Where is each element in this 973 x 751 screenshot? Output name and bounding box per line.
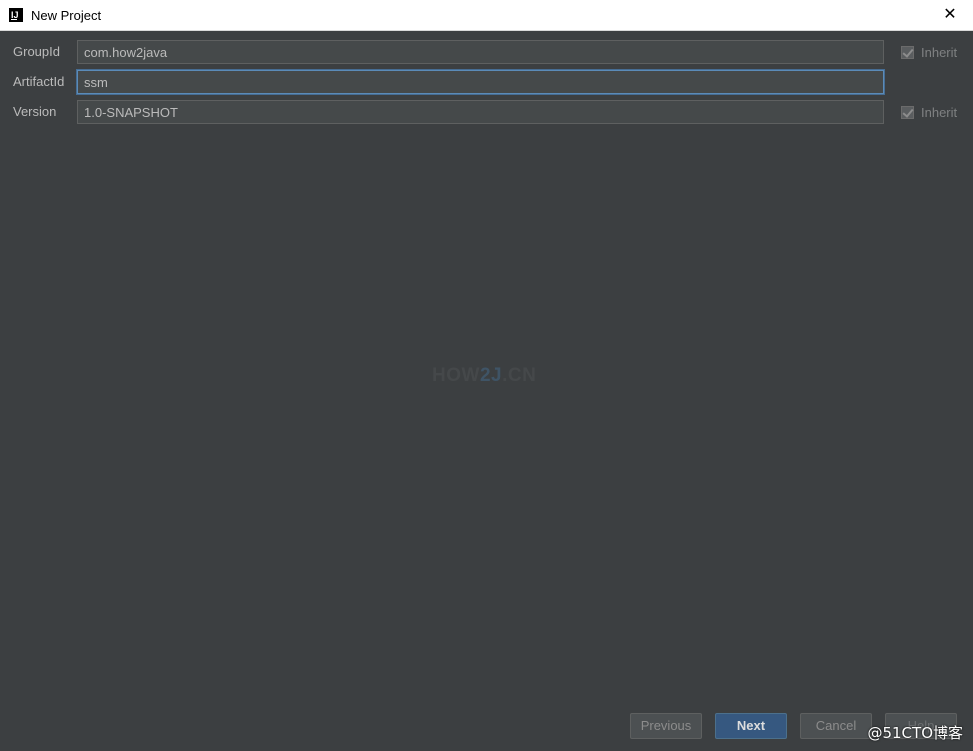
previous-button[interactable]: Previous <box>630 713 702 739</box>
version-row: Version Inherit <box>0 100 973 124</box>
how2j-watermark: HOW2J.CN <box>432 365 536 387</box>
group-id-inherit-label: Inherit <box>921 44 958 60</box>
watermark-part1: HOW <box>432 365 480 386</box>
window-title: New Project <box>31 8 102 23</box>
intellij-icon: IJ <box>9 8 23 22</box>
group-id-row: GroupId Inherit <box>0 40 973 64</box>
title-bar: IJ New Project ✕ <box>0 0 973 31</box>
artifact-id-row: ArtifactId <box>0 70 973 94</box>
watermark-part2: 2J <box>479 365 503 386</box>
version-inherit-checkbox[interactable] <box>901 105 914 119</box>
version-input[interactable] <box>77 100 884 124</box>
corner-watermark: @51CTO博客 <box>867 724 963 742</box>
close-button[interactable]: ✕ <box>927 0 973 30</box>
version-label: Version <box>13 104 57 119</box>
artifact-id-input[interactable] <box>77 70 884 94</box>
version-inherit-label: Inherit <box>921 104 958 120</box>
version-inherit[interactable]: Inherit <box>901 104 957 120</box>
group-id-input[interactable] <box>77 40 884 64</box>
watermark-part3: .CN <box>502 365 537 386</box>
next-button[interactable]: Next <box>715 713 787 739</box>
cancel-button[interactable]: Cancel <box>800 713 872 739</box>
group-id-inherit[interactable]: Inherit <box>901 44 957 60</box>
artifact-id-label: ArtifactId <box>13 74 65 89</box>
group-id-label: GroupId <box>13 44 60 59</box>
group-id-inherit-checkbox[interactable] <box>901 45 914 59</box>
